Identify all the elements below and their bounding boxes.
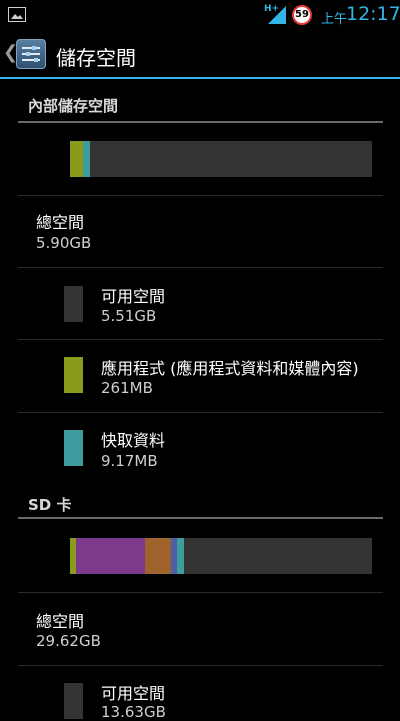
sd-usage-bar	[70, 538, 372, 574]
apps-swatch	[64, 357, 83, 393]
battery-level-badge: 59	[292, 5, 312, 25]
image-notification-icon	[8, 7, 26, 22]
action-bar: ❮ 儲存空間	[0, 30, 400, 79]
status-bar: H+ 59 上午 12:17	[0, 0, 400, 30]
internal-total-value: 5.90GB	[36, 234, 92, 252]
section-header-sd: SD 卡	[28, 496, 72, 514]
internal-total-label: 總空間	[36, 213, 85, 232]
page-title: 儲存空間	[56, 46, 136, 70]
internal-free-label[interactable]: 可用空間	[101, 283, 165, 307]
signal-strength-icon	[268, 6, 286, 24]
internal-cache-value: 9.17MB	[101, 452, 158, 470]
list-divider	[18, 412, 383, 413]
sd-usage-segment-1	[76, 538, 146, 574]
list-divider	[18, 195, 383, 196]
sd-total-value: 29.62GB	[36, 632, 101, 650]
cache-swatch	[64, 430, 83, 466]
sd-usage-segment-4	[176, 538, 184, 574]
section-divider	[18, 517, 383, 519]
list-divider	[18, 665, 383, 666]
action-bar-divider	[0, 77, 400, 79]
internal-apps-label[interactable]: 應用程式 (應用程式資料和媒體內容)	[101, 355, 359, 379]
list-divider	[18, 339, 383, 340]
sd-usage-segment-2	[145, 538, 171, 574]
clock-ampm: 上午	[321, 12, 348, 27]
sd-total-label: 總空間	[36, 612, 85, 631]
clock-time: 12:17	[346, 3, 400, 25]
free-space-swatch	[64, 286, 83, 322]
sd-free-space-swatch	[64, 683, 83, 719]
internal-cache-label[interactable]: 快取資料	[101, 427, 165, 451]
internal-free-value: 5.51GB	[101, 307, 157, 325]
sd-free-label[interactable]: 可用空間	[101, 680, 165, 704]
sd-free-value: 13.63GB	[101, 703, 166, 721]
list-divider	[18, 592, 383, 593]
internal-usage-bar	[70, 141, 372, 177]
internal-apps-value: 261MB	[101, 379, 153, 397]
settings-sliders-icon[interactable]	[16, 39, 46, 69]
internal-usage-segment-0	[70, 141, 83, 177]
section-header-internal: 內部儲存空間	[28, 97, 119, 115]
section-divider	[18, 121, 383, 123]
internal-usage-segment-1	[82, 141, 91, 177]
list-divider	[18, 267, 383, 268]
